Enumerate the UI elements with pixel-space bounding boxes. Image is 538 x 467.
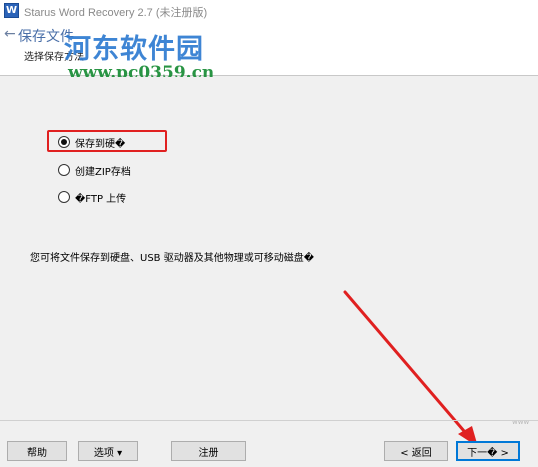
wizard-content: 保存到硬� 创建ZIP存档 �FTP 上传 您可将文件保存到硬盘、USB 驱动器… — [0, 77, 538, 417]
radio-save-to-disk[interactable] — [58, 136, 70, 148]
next-button[interactable]: 下一� > — [456, 441, 520, 461]
window-title: Starus Word Recovery 2.7 (未注册版) — [24, 7, 208, 19]
option-label: 创建ZIP存档 — [75, 166, 131, 178]
option-label: 保存到硬� — [75, 138, 126, 150]
title-bar: W Starus Word Recovery 2.7 (未注册版) — [0, 0, 538, 22]
radio-ftp-upload[interactable] — [58, 191, 70, 203]
watermark-logo: 河东软件园 — [64, 34, 204, 65]
register-button[interactable]: 注册 — [171, 441, 246, 461]
info-text: 您可将文件保存到硬盘、USB 驱动器及其他物理或可移动磁盘� — [30, 253, 314, 264]
footer-divider — [0, 420, 538, 421]
back-button[interactable]: < 返回 — [384, 441, 448, 461]
options-button[interactable]: 选项 ▾ — [78, 441, 138, 461]
back-arrow-icon[interactable]: ← — [4, 26, 16, 42]
option-label: �FTP 上传 — [75, 193, 127, 205]
radio-create-zip[interactable] — [58, 164, 70, 176]
option-ftp-upload[interactable]: �FTP 上传 — [58, 188, 126, 206]
option-save-to-disk[interactable]: 保存到硬� — [58, 133, 125, 151]
option-create-zip[interactable]: 创建ZIP存档 — [58, 161, 131, 179]
wizard-header: ← 保存文件 选择保存方法 河东软件园 www.pc0359.cn — [0, 22, 538, 83]
app-icon: W — [4, 3, 19, 18]
help-button[interactable]: 帮助 — [7, 441, 67, 461]
